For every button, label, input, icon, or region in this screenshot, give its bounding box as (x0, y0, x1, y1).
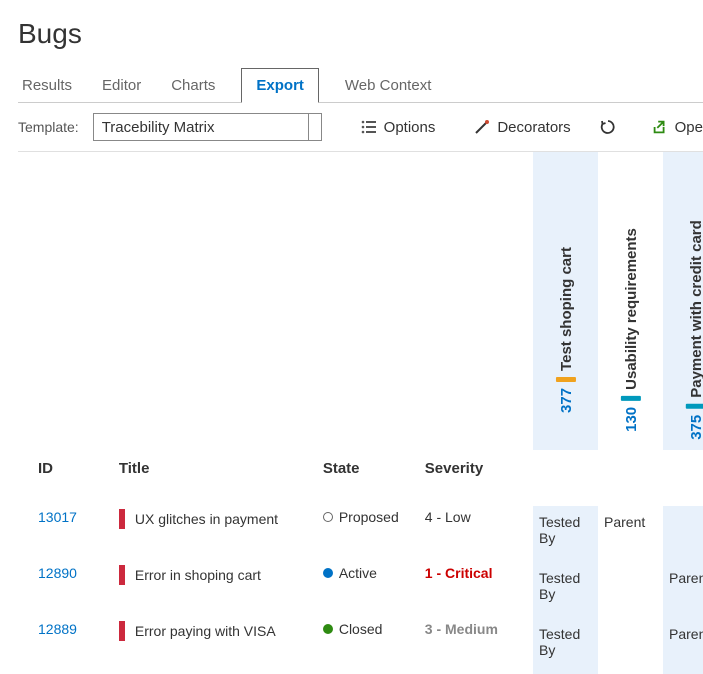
matrix-row: Tested By Parent (533, 562, 703, 618)
matrix-column-header[interactable]: 130 Usability requirements (598, 152, 663, 450)
work-item-id[interactable]: 375 (687, 415, 703, 440)
matrix-cell (598, 562, 663, 618)
matrix-cell[interactable]: Tested By (533, 618, 598, 674)
col-id[interactable]: ID (18, 450, 115, 497)
open-icon (651, 118, 669, 136)
work-item-id-link[interactable]: 12890 (38, 565, 77, 581)
bug-bar-icon (119, 621, 125, 641)
col-state[interactable]: State (319, 450, 421, 497)
matrix-cell (663, 506, 703, 562)
refresh-button[interactable] (599, 118, 617, 136)
table-row[interactable]: 13017 UX glitches in payment Proposed 4 - L… (18, 497, 533, 553)
matrix-cell[interactable]: Tested By (533, 562, 598, 618)
col-severity[interactable]: Severity (421, 450, 533, 497)
work-item-id[interactable]: 377 (557, 388, 574, 413)
matrix-cell[interactable]: Parent (663, 618, 703, 674)
matrix-row: Tested By Parent (533, 618, 703, 674)
type-bar-icon (686, 404, 703, 409)
work-item-title: Usability requirements (622, 228, 639, 390)
bug-bar-icon (119, 565, 125, 585)
page-title: Bugs (18, 18, 703, 50)
chevron-down-icon[interactable] (308, 114, 315, 140)
work-item-id-link[interactable]: 12889 (38, 621, 77, 637)
toolbar: Template: Tracebility Matrix Options (18, 103, 703, 152)
tab-charts[interactable]: Charts (167, 69, 219, 102)
state-dot-icon (323, 624, 333, 634)
template-label: Template: (18, 119, 79, 135)
state-label: Proposed (339, 509, 399, 525)
decorators-button[interactable]: Decorators (473, 118, 570, 136)
tab-editor[interactable]: Editor (98, 69, 145, 102)
traceability-matrix: ID Title State Severity 13017 UX glitches… (18, 152, 703, 674)
tab-export[interactable]: Export (241, 68, 319, 103)
work-item-id-link[interactable]: 13017 (38, 509, 77, 525)
matrix-row: Tested ByParent (533, 506, 703, 562)
work-item-title: Error in shoping cart (135, 567, 261, 583)
open-button[interactable]: Ope (651, 118, 703, 136)
decorators-label: Decorators (497, 119, 570, 136)
work-item-title: Error paying with VISA (135, 623, 276, 639)
bug-bar-icon (119, 509, 125, 529)
wand-icon (473, 118, 491, 136)
matrix-cell[interactable]: Parent (598, 506, 663, 562)
tab-web-context[interactable]: Web Context (341, 69, 435, 102)
state-label: Active (339, 565, 377, 581)
tabs: Results Editor Charts Export Web Context (18, 68, 703, 103)
matrix-cell[interactable]: Parent (663, 562, 703, 618)
tab-results[interactable]: Results (18, 69, 76, 102)
type-bar-icon (556, 377, 576, 382)
work-item-id[interactable]: 130 (622, 407, 639, 432)
type-bar-icon (621, 396, 641, 401)
state-dot-icon (323, 512, 333, 522)
severity-label: 1 - Critical (425, 565, 493, 581)
open-label: Ope (675, 119, 703, 136)
severity-label: 3 - Medium (425, 621, 498, 637)
work-item-title: UX glitches in payment (135, 511, 278, 527)
matrix-column-header[interactable]: 375 Payment with credit card (663, 152, 703, 450)
matrix-cell[interactable]: Tested By (533, 506, 598, 562)
matrix-column-header[interactable]: 377 Test shoping cart (533, 152, 598, 450)
work-item-title: Test shoping cart (557, 247, 574, 371)
table-row[interactable]: 12889 Error paying with VISA Closed 3 - Med… (18, 609, 533, 665)
template-select[interactable]: Tracebility Matrix (93, 113, 322, 141)
severity-label: 4 - Low (425, 509, 471, 525)
state-dot-icon (323, 568, 333, 578)
work-item-title: Payment with credit card (687, 220, 703, 398)
state-label: Closed (339, 621, 383, 637)
refresh-icon (599, 118, 617, 136)
options-button[interactable]: Options (360, 118, 436, 136)
list-icon (360, 118, 378, 136)
template-value: Tracebility Matrix (102, 119, 215, 136)
table-row[interactable]: 12890 Error in shoping cart Active 1 - Crit… (18, 553, 533, 609)
col-title[interactable]: Title (115, 450, 319, 497)
options-label: Options (384, 119, 436, 136)
matrix-cell (598, 618, 663, 674)
